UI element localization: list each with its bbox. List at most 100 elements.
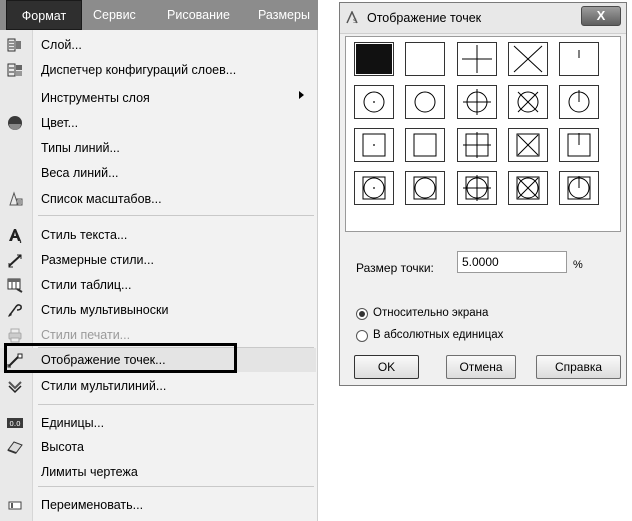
menu-separator xyxy=(38,404,314,405)
cancel-button[interactable]: Отмена xyxy=(446,355,516,379)
point-style-glyph-icon xyxy=(463,175,491,201)
menu-item-label: Стили печати... xyxy=(41,328,131,342)
point-style-option-cross-circle[interactable] xyxy=(508,85,548,119)
menu-item-label: Лимиты чертежа xyxy=(41,465,138,479)
menu-item-lineweights[interactable]: Веса линий... xyxy=(0,161,316,185)
point-style-option-dot-circle[interactable] xyxy=(354,85,394,119)
point-style-option-plus-square[interactable] xyxy=(457,128,497,162)
radio-relative-to-screen[interactable] xyxy=(356,308,368,320)
point-style-option-none[interactable] xyxy=(405,42,445,76)
menu-item-label: Цвет... xyxy=(41,116,79,130)
menu-dimensions[interactable]: Размеры xyxy=(258,0,310,30)
point-style-glyph-icon xyxy=(356,44,392,74)
highlight-frame xyxy=(4,343,237,373)
menu-separator xyxy=(38,215,314,216)
menu-item-layer[interactable]: Слой... xyxy=(0,33,316,57)
menu-draw[interactable]: Рисование xyxy=(167,0,230,30)
menu-item-label: Диспетчер конфигураций слоев... xyxy=(41,63,237,77)
point-style-grid xyxy=(345,36,621,232)
menu-item-multileader-style[interactable]: Стиль мультивыноски xyxy=(0,298,316,322)
ok-button[interactable]: OK xyxy=(354,355,419,379)
point-style-option-tick-square[interactable] xyxy=(559,128,599,162)
point-style-glyph-icon xyxy=(362,176,386,200)
point-style-option-none-square[interactable] xyxy=(405,128,445,162)
svg-text:0.0: 0.0 xyxy=(9,420,20,428)
point-style-glyph-icon xyxy=(413,176,437,200)
menu-item-label: Слой... xyxy=(41,38,82,52)
menu-item-drawing-limits[interactable]: Лимиты чертежа xyxy=(0,460,316,484)
menu-format[interactable]: Формат xyxy=(6,0,82,30)
point-style-glyph-icon xyxy=(463,89,491,115)
point-style-glyph-icon xyxy=(516,133,540,157)
menu-bar: Формат Сервис Рисование Размеры xyxy=(0,0,318,30)
multiline-style-icon xyxy=(8,381,22,394)
format-dropdown-menu: Слой... Диспетчер конфигураций слоев... … xyxy=(0,30,318,521)
point-style-option-dot-circle-square[interactable] xyxy=(354,171,394,205)
dialog-title-bar[interactable]: S Отображение точек X xyxy=(340,3,626,34)
menu-item-units[interactable]: 0.0 Единицы... xyxy=(0,411,316,435)
menu-item-label: Стили таблиц... xyxy=(41,278,132,292)
help-button[interactable]: Справка xyxy=(536,355,621,379)
layer-icon xyxy=(7,38,21,52)
point-style-glyph-icon xyxy=(362,133,386,157)
point-style-glyph-icon xyxy=(513,45,543,73)
point-style-option-plus-circle[interactable] xyxy=(457,85,497,119)
menu-item-label: Стили мультилиний... xyxy=(41,379,167,393)
menu-item-rename[interactable]: Переименовать... xyxy=(0,493,316,517)
point-style-option-dot-square[interactable] xyxy=(354,128,394,162)
scale-list-icon xyxy=(9,191,23,206)
point-style-option-none-circle[interactable] xyxy=(405,85,445,119)
menu-item-layer-states[interactable]: Диспетчер конфигураций слоев... xyxy=(0,58,316,82)
text-style-icon xyxy=(9,229,22,243)
point-style-glyph-icon xyxy=(568,90,590,113)
menu-item-dimension-styles[interactable]: Размерные стили... xyxy=(0,248,316,272)
menu-separator xyxy=(38,486,314,487)
close-icon: X xyxy=(596,8,606,23)
multileader-style-icon xyxy=(8,304,22,317)
point-style-option-tick-circle-square[interactable] xyxy=(559,171,599,205)
point-style-option-plus[interactable] xyxy=(457,42,497,76)
thickness-icon xyxy=(7,441,23,454)
menu-item-label: Стиль мультивыноски xyxy=(41,303,169,317)
point-style-option-plus-circle-square[interactable] xyxy=(457,171,497,205)
menu-item-thickness[interactable]: Высота xyxy=(0,435,316,459)
point-style-option-cross[interactable] xyxy=(508,42,548,76)
point-size-input[interactable]: 5.0000 xyxy=(457,251,567,273)
menu-item-layer-tools[interactable]: Инструменты слоя xyxy=(0,86,316,110)
point-style-glyph-icon xyxy=(414,91,436,113)
menu-item-table-styles[interactable]: Стили таблиц... xyxy=(0,273,316,297)
units-icon: 0.0 xyxy=(7,418,23,428)
point-size-label: Размер точки: xyxy=(356,261,434,275)
point-style-glyph-icon xyxy=(413,133,437,157)
menu-item-text-style[interactable]: Стиль текста... xyxy=(0,223,316,247)
point-style-glyph-icon xyxy=(462,45,492,73)
point-style-option-tick[interactable] xyxy=(559,42,599,76)
menu-item-label: Инструменты слоя xyxy=(41,91,150,105)
menu-item-multiline-styles[interactable]: Стили мультилиний... xyxy=(0,374,316,398)
close-button[interactable]: X xyxy=(581,6,621,26)
point-style-option-none-circle-square[interactable] xyxy=(405,171,445,205)
menu-item-scale-list[interactable]: Список масштабов... xyxy=(0,187,316,211)
dimension-style-icon xyxy=(8,254,22,268)
point-style-glyph-icon xyxy=(578,50,580,58)
point-size-unit: % xyxy=(573,259,583,271)
menu-item-color[interactable]: Цвет... xyxy=(0,111,316,135)
menu-item-linetypes[interactable]: Типы линий... xyxy=(0,136,316,160)
point-style-option-cross-square[interactable] xyxy=(508,128,548,162)
radio-absolute-units[interactable] xyxy=(356,330,368,342)
menu-item-label: Высота xyxy=(41,440,84,454)
submenu-arrow-icon xyxy=(299,91,304,99)
svg-text:S: S xyxy=(353,18,357,24)
menu-item-label: Размерные стили... xyxy=(41,253,154,267)
menu-item-label: Веса линий... xyxy=(41,166,119,180)
menu-service[interactable]: Сервис xyxy=(93,0,136,30)
point-style-glyph-icon xyxy=(567,133,591,157)
point-style-option-tick-circle[interactable] xyxy=(559,85,599,119)
point-style-option-cross-circle-square[interactable] xyxy=(508,171,548,205)
point-style-glyph-icon xyxy=(406,43,444,75)
rename-icon xyxy=(8,501,22,510)
color-icon xyxy=(8,116,22,130)
point-style-dialog: S Отображение точек X Размер точки: 5.00… xyxy=(339,2,627,386)
point-style-glyph-icon xyxy=(516,176,540,200)
point-style-option-dot[interactable] xyxy=(354,42,394,76)
